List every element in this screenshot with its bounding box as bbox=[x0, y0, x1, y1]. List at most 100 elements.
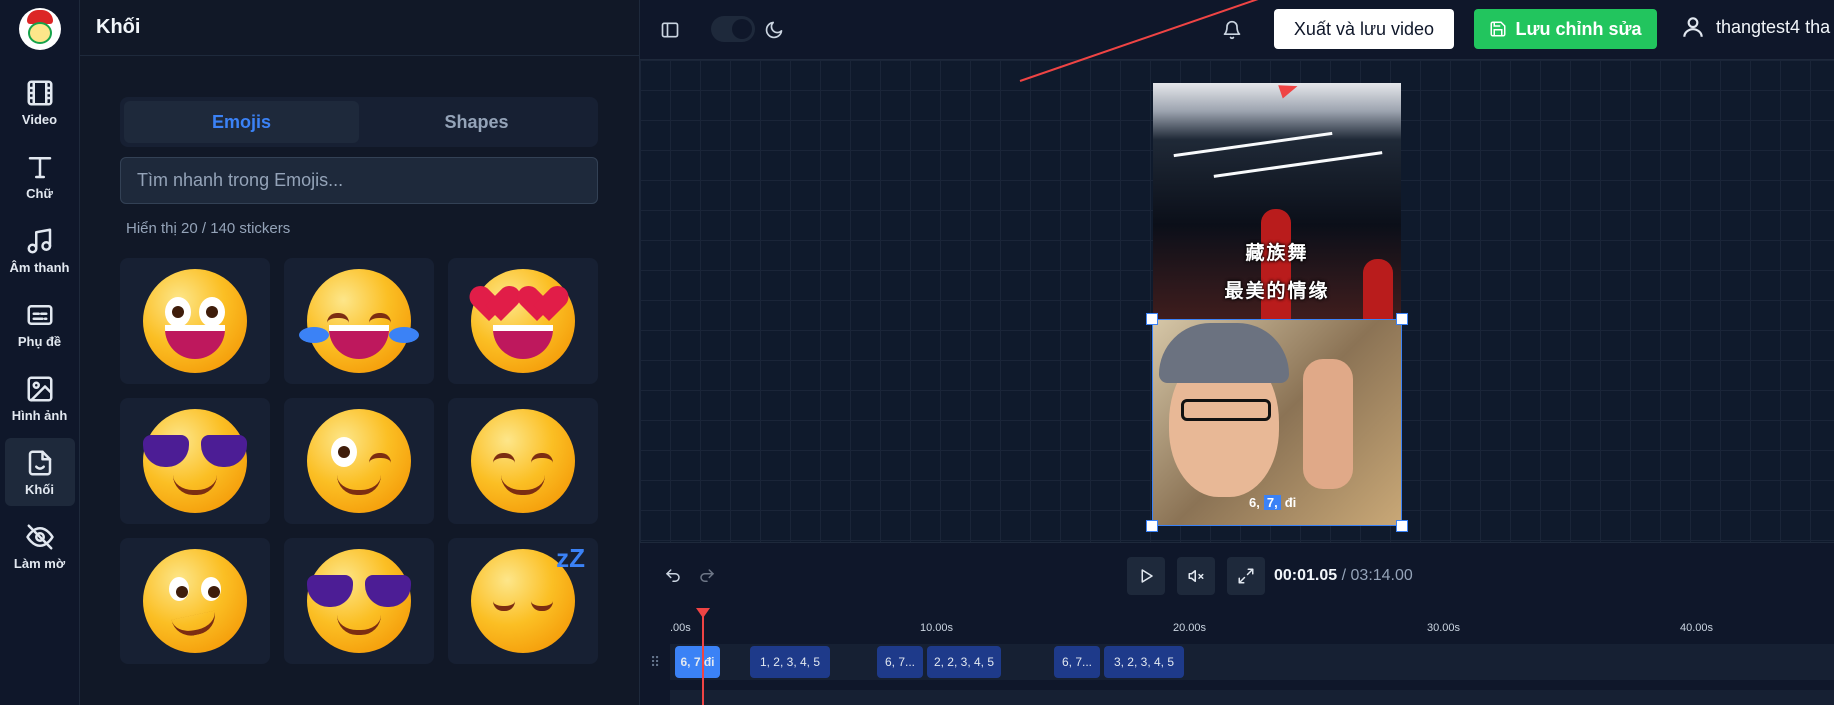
rail-item-images[interactable]: Hình ảnh bbox=[5, 364, 75, 432]
rail-item-stickers[interactable]: Khối bbox=[4, 438, 75, 506]
tick-10s: 10.00s bbox=[920, 622, 954, 634]
film-icon bbox=[27, 80, 52, 105]
user-menu[interactable]: thangtest4 tha bbox=[1680, 14, 1830, 40]
volume-mute-icon bbox=[1188, 570, 1204, 582]
wink-emoji-icon bbox=[307, 409, 411, 513]
timeline-clip[interactable]: 6, 7... bbox=[877, 646, 923, 678]
rail-item-video[interactable]: Video bbox=[5, 68, 75, 136]
emoji-sunglasses-smile[interactable] bbox=[284, 538, 434, 664]
current-time: 00:01.05 bbox=[1274, 567, 1338, 584]
tab-emojis[interactable]: Emojis bbox=[124, 101, 359, 143]
blush-emoji-icon bbox=[471, 409, 575, 513]
rail-item-audio[interactable]: Âm thanh bbox=[5, 216, 75, 284]
timeline[interactable]: .00s 10.00s 20.00s 30.00s 40.00s ⠿ 6, 7 … bbox=[640, 608, 1834, 705]
emoji-sunglasses[interactable] bbox=[120, 398, 270, 524]
emoji-sleeping[interactable]: zZ bbox=[448, 538, 598, 664]
sticker-icon bbox=[28, 450, 51, 475]
sunglasses-emoji-icon bbox=[143, 409, 247, 513]
app-logo[interactable] bbox=[18, 8, 61, 50]
redo-button[interactable] bbox=[696, 565, 718, 587]
save-edits-label: Lưu chỉnh sửa bbox=[1515, 18, 1642, 39]
rail-label: Âm thanh bbox=[9, 259, 70, 275]
emoji-grinning[interactable] bbox=[120, 258, 270, 384]
notifications-button[interactable] bbox=[1218, 16, 1246, 44]
timeline-ruler[interactable]: .00s 10.00s 20.00s 30.00s 40.00s bbox=[640, 608, 1834, 644]
export-save-video-button[interactable]: Xuất và lưu video bbox=[1274, 9, 1454, 49]
rail-label: Video bbox=[21, 111, 58, 127]
username: thangtest4 tha bbox=[1716, 16, 1831, 37]
tick-0s: .00s bbox=[670, 622, 691, 634]
save-edits-button[interactable]: Lưu chỉnh sửa bbox=[1474, 9, 1657, 49]
timeline-clip[interactable]: 2, 2, 3, 4, 5 bbox=[927, 646, 1001, 678]
rail-label: Khối bbox=[25, 481, 54, 497]
timeline-clip[interactable]: 6, 7... bbox=[1054, 646, 1100, 678]
rail-label: Chữ bbox=[26, 185, 53, 201]
heart-eyes-emoji-icon bbox=[471, 269, 575, 373]
dark-mode-button[interactable] bbox=[760, 16, 788, 44]
editor-main: Xuất và lưu video Lưu chỉnh sửa thangtes… bbox=[640, 0, 1834, 705]
panel-title: Khối bbox=[80, 0, 639, 56]
rail-label: Làm mờ bbox=[13, 555, 66, 571]
sticker-count: Hiển thị 20 / 140 stickers bbox=[126, 220, 291, 237]
toggle-sidebar-button[interactable] bbox=[656, 16, 684, 44]
emoji-thinking[interactable] bbox=[120, 538, 270, 664]
time-separator: / bbox=[1337, 567, 1351, 584]
editor-app: Video Chữ Âm thanh Phụ đề Hình ảnh Khối … bbox=[0, 0, 1834, 705]
playhead[interactable] bbox=[696, 608, 710, 705]
stickers-panel: Khối Emojis Shapes Hiển thị 20 / 140 sti… bbox=[80, 0, 640, 705]
preview-canvas: 藏族舞 最美的情缘 6, 7, đi bbox=[640, 0, 1834, 542]
undo-button[interactable] bbox=[662, 565, 684, 587]
sidebar-icon bbox=[661, 22, 679, 38]
rail-label: Phụ đề bbox=[17, 333, 62, 349]
emoji-wink[interactable] bbox=[284, 398, 434, 524]
total-time: 03:14.00 bbox=[1350, 567, 1413, 584]
rail-item-subtitles[interactable]: Phụ đề bbox=[5, 290, 75, 358]
eye-off-icon bbox=[25, 524, 54, 549]
timeline-clip[interactable]: 6, 7 đi bbox=[675, 646, 720, 678]
mute-button[interactable] bbox=[1177, 557, 1215, 595]
tick-20s: 20.00s bbox=[1173, 622, 1207, 634]
theme-toggle[interactable] bbox=[711, 16, 755, 42]
top-bar: Xuất và lưu video Lưu chỉnh sửa thangtes… bbox=[640, 0, 1834, 60]
caption-line-2: 最美的情缘 bbox=[1224, 280, 1330, 302]
subtitles-icon bbox=[27, 304, 52, 325]
undo-icon bbox=[665, 569, 680, 582]
time-display: 00:01.05 / 03:14.00 bbox=[1274, 567, 1413, 585]
emoji-grid: zZ bbox=[120, 258, 600, 664]
music-icon bbox=[27, 228, 51, 253]
fullscreen-button[interactable] bbox=[1227, 557, 1265, 595]
selection-box[interactable] bbox=[1146, 313, 1408, 532]
track-drag-handle-icon[interactable]: ⠿ bbox=[650, 654, 660, 671]
expand-icon bbox=[1238, 568, 1254, 584]
resize-handle-top-right[interactable] bbox=[1396, 313, 1408, 325]
rail-item-text[interactable]: Chữ bbox=[5, 142, 75, 210]
play-icon bbox=[1141, 569, 1153, 583]
timeline-clip[interactable]: 3, 2, 3, 4, 5 bbox=[1104, 646, 1184, 678]
bell-icon bbox=[1223, 20, 1241, 40]
play-button[interactable] bbox=[1127, 557, 1165, 595]
emoji-blush[interactable] bbox=[448, 398, 598, 524]
rail-label: Hình ảnh bbox=[11, 407, 68, 423]
left-rail: Video Chữ Âm thanh Phụ đề Hình ảnh Khối … bbox=[0, 0, 80, 705]
resize-handle-bottom-right[interactable] bbox=[1396, 520, 1408, 532]
emoji-heart-eyes[interactable] bbox=[448, 258, 598, 384]
grinning-emoji-icon bbox=[143, 269, 247, 373]
text-icon bbox=[28, 156, 51, 178]
thinking-emoji-icon bbox=[143, 549, 247, 653]
playback-controls: 00:01.05 / 03:14.00 bbox=[640, 542, 1834, 608]
timeline-clip[interactable]: 1, 2, 3, 4, 5 bbox=[750, 646, 830, 678]
joy-emoji-icon bbox=[299, 269, 419, 373]
resize-handle-top-left[interactable] bbox=[1146, 313, 1158, 325]
redo-icon bbox=[700, 569, 715, 582]
panel-tabs: Emojis Shapes bbox=[120, 97, 598, 147]
sunglasses-smile-emoji-icon bbox=[307, 549, 411, 653]
emoji-joy[interactable] bbox=[284, 258, 434, 384]
resize-handle-bottom-left[interactable] bbox=[1146, 520, 1158, 532]
video-track bbox=[670, 690, 1834, 705]
moon-icon bbox=[765, 21, 783, 39]
emoji-search-input[interactable] bbox=[120, 157, 598, 204]
image-icon bbox=[27, 376, 52, 401]
rail-item-blur[interactable]: Làm mờ bbox=[5, 512, 75, 580]
tab-shapes[interactable]: Shapes bbox=[359, 101, 594, 143]
subtitle-track bbox=[670, 644, 1834, 680]
